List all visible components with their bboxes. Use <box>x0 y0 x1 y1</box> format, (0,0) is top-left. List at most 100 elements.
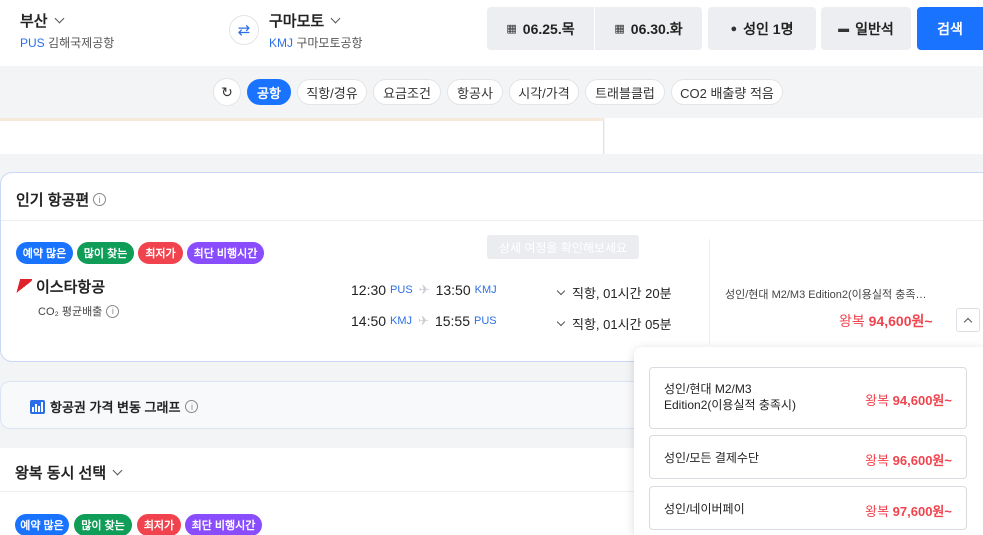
outbound-leg-type[interactable]: 직항, 01시간 20분 <box>556 283 672 302</box>
dep-time: 14:50 <box>351 313 387 329</box>
fare-option-label: 성인/모든 결제수단 <box>664 451 759 465</box>
filter-direct[interactable]: 직항/경유 <box>297 79 367 105</box>
return-leg-type[interactable]: 직항, 01시간 05분 <box>556 314 672 333</box>
fare-toggle-button[interactable] <box>956 308 980 332</box>
graph-title: 항공권 가격 변동 그래프 i <box>30 397 199 416</box>
roundtrip-title-text: 왕복 동시 선택 <box>15 465 107 482</box>
fare-option-price: 96,600원~ <box>892 453 952 468</box>
search-header: 부산 PUS 김해국제공항 ⇄ 구마모토 KMJ 구마모토공항 ▦ 06.25.목… <box>0 0 983 66</box>
info-icon[interactable]: i <box>185 400 199 413</box>
fare-options-dropdown: 성인/현대 M2/M3 Edition2(이용실적 충족시) 왕복 94,600… <box>634 347 983 535</box>
chevron-up-icon <box>963 317 973 326</box>
badge-most-searched: 많이 찾는 <box>74 514 132 535</box>
fare-amount: 94,600원~ <box>868 313 933 329</box>
co2-indicator: CO₂ 평균배출 i <box>38 303 120 319</box>
origin-city: 부산 <box>20 13 48 30</box>
detail-tooltip: 상세 여정을 확인해보세요 <box>487 235 639 259</box>
bar-chart-icon <box>30 399 45 414</box>
depart-date-button[interactable]: ▦ 06.25.목 <box>487 7 594 50</box>
destination-airport: 구마모토공항 <box>296 36 363 50</box>
fare-option-prefix: 왕복 <box>865 504 890 519</box>
leg-type-label: 직항, 01시간 20분 <box>572 286 672 301</box>
airline-logo-icon <box>15 278 33 295</box>
passengers-button[interactable]: ● 성인 1명 <box>708 7 816 50</box>
filter-airport[interactable]: 공항 <box>247 79 291 105</box>
info-icon[interactable]: i <box>93 193 107 206</box>
airline-name: 이스타항공 <box>15 276 106 297</box>
fare-price[interactable]: 왕복 94,600원~ <box>839 311 933 331</box>
popular-title-text: 인기 항공편 <box>16 192 90 209</box>
person-icon: ● <box>730 22 738 35</box>
refresh-icon[interactable]: ↻ <box>213 78 241 106</box>
return-leg[interactable]: 14:50 KMJ ✈ 15:55 PUS <box>351 313 497 329</box>
badge-shortest-time: 최단 비행시간 <box>187 242 264 264</box>
filter-travel-club[interactable]: 트래블클럽 <box>585 79 665 105</box>
info-icon[interactable]: i <box>106 304 120 318</box>
leg-type-label: 직항, 01시간 05분 <box>572 317 672 332</box>
arr-time: 15:55 <box>434 313 470 329</box>
graph-title-text: 항공권 가격 변동 그래프 <box>50 400 181 415</box>
destination-code: KMJ <box>269 36 293 50</box>
fare-option-label-2: Edition2(이용실적 충족시) <box>664 398 796 412</box>
fare-option-price: 94,600원~ <box>892 393 952 408</box>
roundtrip-title[interactable]: 왕복 동시 선택 <box>15 462 123 483</box>
badge-shortest-time: 최단 비행시간 <box>185 514 262 535</box>
badge-most-searched: 많이 찾는 <box>77 242 134 264</box>
fare-option-price: 97,600원~ <box>892 504 952 519</box>
previous-card-right <box>605 118 983 154</box>
filter-co2[interactable]: CO2 배출량 적음 <box>671 79 783 105</box>
badge-most-booked: 예약 많은 <box>16 242 73 264</box>
passengers-label: 성인 1명 <box>743 20 794 37</box>
cabin-button[interactable]: ▬ 일반석 <box>821 7 911 50</box>
plane-icon: ✈ <box>418 313 429 328</box>
filter-airline[interactable]: 항공사 <box>447 79 503 105</box>
badge-most-booked: 예약 많은 <box>15 514 69 535</box>
badge-lowest-price: 최저가 <box>137 514 181 535</box>
origin-code: PUS <box>20 36 45 50</box>
fare-prefix: 왕복 <box>839 313 865 329</box>
filter-time-price[interactable]: 시각/가격 <box>509 79 579 105</box>
filter-bar: ↻ 공항 직항/경유 요금조건 항공사 시각/가격 트래블클럽 CO2 배출량 … <box>0 66 983 118</box>
outbound-leg[interactable]: 12:30 PUS ✈ 13:50 KMJ <box>351 282 497 298</box>
chevron-down-icon <box>556 286 566 295</box>
fare-label: 성인/현대 M2/M3 Edition2(이용실적 충족… <box>725 289 927 301</box>
depart-date-label: 06.25.목 <box>522 20 575 37</box>
arr-code: PUS <box>474 315 497 327</box>
arr-code: KMJ <box>474 284 497 296</box>
origin-selector[interactable]: 부산 PUS 김해국제공항 <box>20 10 114 51</box>
destination-selector[interactable]: 구마모토 KMJ 구마모토공항 <box>269 10 363 51</box>
dep-code: PUS <box>390 284 413 296</box>
swap-icon[interactable]: ⇄ <box>229 15 259 45</box>
origin-airport: 김해국제공항 <box>48 36 115 50</box>
return-date-label: 06.30.화 <box>630 20 683 37</box>
fare-option[interactable]: 성인/네이버페이 왕복 97,600원~ <box>649 486 967 530</box>
popular-flights-card: 인기 항공편 i 예약 많은 많이 찾는 최저가 최단 비행시간 상세 여정을 … <box>0 172 983 362</box>
fare-option-prefix: 왕복 <box>865 453 890 468</box>
fare-option-label: 성인/현대 M2/M3 <box>664 382 752 396</box>
cabin-label: 일반석 <box>855 20 894 37</box>
arr-time: 13:50 <box>435 282 471 298</box>
seat-icon: ▬ <box>838 22 850 35</box>
fare-option[interactable]: 성인/현대 M2/M3 Edition2(이용실적 충족시) 왕복 94,600… <box>649 367 967 429</box>
divider <box>1 220 983 221</box>
previous-card <box>0 118 604 154</box>
fare-option-prefix: 왕복 <box>865 393 890 408</box>
fare-option[interactable]: 성인/모든 결제수단 왕복 96,600원~ <box>649 435 967 479</box>
chevron-down-icon <box>54 13 65 24</box>
airline-label: 이스타항공 <box>36 279 106 296</box>
chevron-down-icon <box>330 13 341 24</box>
search-button[interactable]: 검색 <box>917 7 983 50</box>
fare-option-label: 성인/네이버페이 <box>664 502 745 516</box>
destination-city: 구마모토 <box>269 13 325 30</box>
popular-title: 인기 항공편 i <box>16 189 107 210</box>
plane-icon: ✈ <box>418 282 430 297</box>
return-date-button[interactable]: ▦ 06.30.화 <box>595 7 702 50</box>
calendar-icon: ▦ <box>506 23 517 35</box>
filter-fare-conditions[interactable]: 요금조건 <box>373 79 441 105</box>
vertical-divider <box>709 239 710 345</box>
card-stripe <box>0 118 604 121</box>
calendar-icon: ▦ <box>614 23 625 35</box>
co2-label: CO₂ 평균배출 <box>38 306 103 318</box>
dep-code: KMJ <box>390 315 413 327</box>
dep-time: 12:30 <box>351 282 387 298</box>
